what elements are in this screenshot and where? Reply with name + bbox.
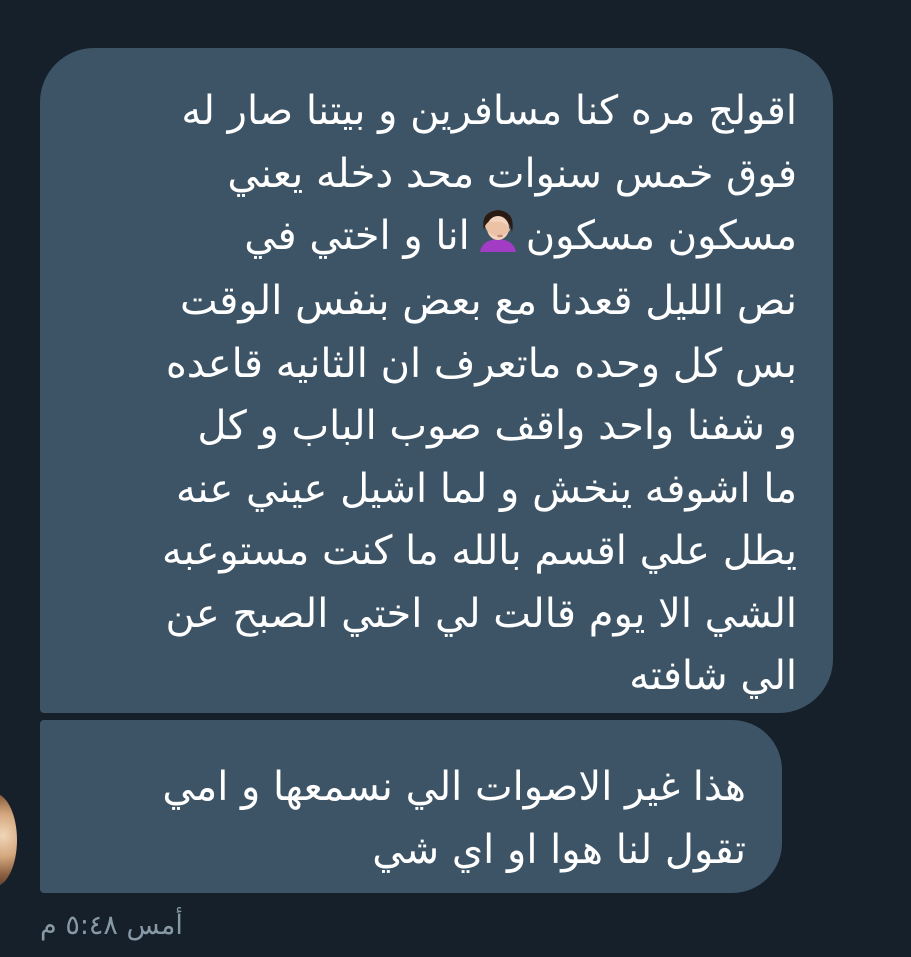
message-line: تقول لنا هوا او اي شي (372, 826, 746, 873)
message-bubble[interactable]: اقولج مره كنا مسافرين و بيتنا صار له فوق… (40, 48, 833, 713)
message-line: بس كل وحده ماتعرف ان الثانيه قاعده (165, 340, 797, 387)
message-line: الشي الا يوم قالت لي اختي الصبح عن (165, 590, 797, 637)
message-line: يطل علي اقسم بالله ما كنت مستوعبه (162, 528, 797, 575)
message-line: اقولج مره كنا مسافرين و بيتنا صار له (181, 88, 797, 134)
message-text: انا و اختي في (244, 213, 470, 259)
message-line: و شفنا واحد واقف صوب الباب و كل (197, 403, 797, 450)
message-line-with-emoji: مسكون مسكون انا و اختي في (76, 205, 797, 270)
facepalm-icon (476, 206, 520, 271)
message-text: مسكون مسكون (525, 213, 797, 259)
message-line: هذا غير الاصوات الي نسمعها و امي (162, 764, 746, 810)
message-line: الي شافته (629, 653, 797, 700)
message-line: ما اشوفه ينخش و لما اشيل عيني عنه (175, 465, 797, 512)
message-bubble[interactable]: هذا غير الاصوات الي نسمعها و امي تقول لن… (40, 720, 782, 893)
message-timestamp: أمس ٥:٤٨ م (40, 910, 183, 941)
message-line: نص الليل قعدنا مع بعض بنفس الوقت (179, 278, 797, 325)
message-line: فوق خمس سنوات محد دخله يعني (227, 150, 797, 197)
avatar[interactable] (0, 793, 17, 887)
conversation-view: اقولج مره كنا مسافرين و بيتنا صار له فوق… (0, 0, 911, 957)
